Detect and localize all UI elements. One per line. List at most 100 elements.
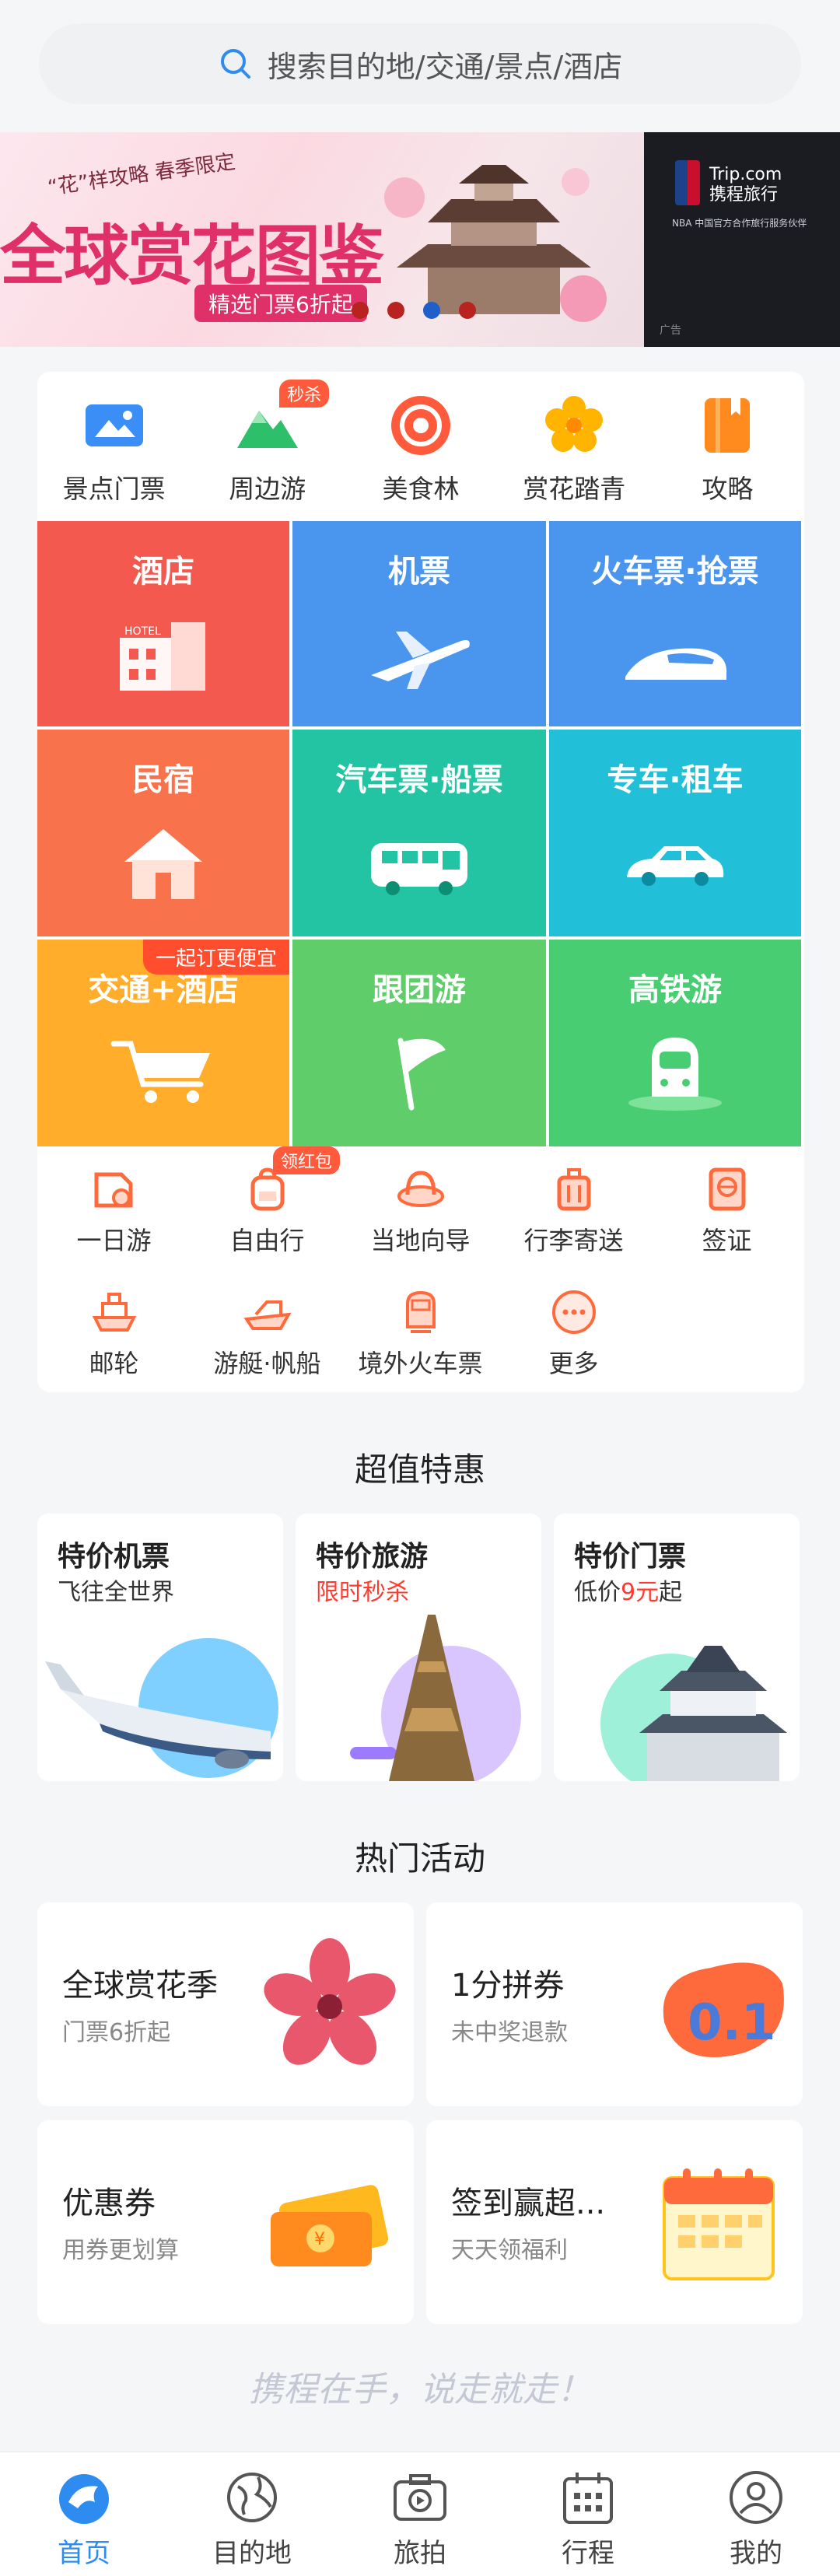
trip-brand: Trip.com 携程旅行 xyxy=(709,165,782,205)
car-icon xyxy=(627,846,724,886)
sakura-icon xyxy=(264,1938,396,2065)
service-cruise[interactable]: 邮轮 xyxy=(37,1268,191,1391)
service-label: 游艇·帆船 xyxy=(213,1349,321,1378)
flower-icon xyxy=(545,396,604,452)
passport-icon xyxy=(709,1167,745,1211)
banner-dot[interactable] xyxy=(352,302,369,319)
service-independent-travel[interactable]: 领红包 自由行 xyxy=(191,1145,344,1268)
tile-transport-hotel[interactable]: 一起订更便宜 交通+酒店 xyxy=(37,940,289,1146)
search-placeholder: 搜索目的地/交通/景点/酒店 xyxy=(267,49,623,84)
ad-label: 广告 xyxy=(660,324,681,337)
top-icon-row: 景点门票 秒杀 周边游 美食林 赏花踏青 攻略 xyxy=(37,372,804,521)
deal-tickets[interactable]: 特价门票 低价9元起 xyxy=(554,1514,800,1781)
nba-logo xyxy=(675,160,700,205)
service-yacht[interactable]: 游艇·帆船 xyxy=(191,1268,344,1391)
secondary-row-2: 邮轮 游艇·帆船 境外火车票 更多 xyxy=(37,1268,804,1391)
activity-subtitle: 未中奖退款 xyxy=(451,2019,568,2046)
slogan: 携程在手，说走就走！ xyxy=(249,2370,591,2410)
banner-dot-active[interactable] xyxy=(423,302,440,319)
deal-subtitle: 低价9元起 xyxy=(574,1579,683,1606)
top-item-label: 攻略 xyxy=(702,474,754,504)
activity-flower-season[interactable]: 全球赏花季 门票6折起 xyxy=(37,1902,414,2106)
service-visa[interactable]: 签证 xyxy=(650,1145,803,1268)
tile-hotel[interactable]: 酒店 HOTEL xyxy=(37,521,289,726)
services-card: 景点门票 秒杀 周边游 美食林 赏花踏青 攻略 酒店 HOTEL 机票 火车票·… xyxy=(37,372,804,1392)
search-icon xyxy=(220,49,250,79)
flash-sale-badge: 秒杀 xyxy=(279,380,330,408)
banner-main-slide[interactable]: “花”样攻略 春季限定 全球赏花图鉴 精选门票6折起 xyxy=(0,132,644,347)
yacht-icon xyxy=(243,1300,292,1330)
tile-label: 酒店 xyxy=(132,554,194,590)
food-icon xyxy=(391,396,450,455)
activity-check-in[interactable]: 签到赢超... 天天领福利 xyxy=(426,2120,803,2324)
service-more[interactable]: 更多 xyxy=(497,1268,650,1391)
globe-icon xyxy=(227,2473,277,2522)
tab-itinerary[interactable]: 行程 xyxy=(504,2452,672,2576)
house-icon xyxy=(124,829,202,899)
tab-profile[interactable]: 我的 xyxy=(672,2452,840,2576)
tile-car-rental[interactable]: 专车·租车 xyxy=(549,730,801,936)
tab-label: 首页 xyxy=(58,2538,110,2569)
tile-homestay[interactable]: 民宿 xyxy=(37,730,289,936)
banner-subtitle: 精选门票6折起 xyxy=(194,285,367,322)
tile-train-tickets[interactable]: 火车票·抢票 xyxy=(549,521,801,726)
flag-icon xyxy=(397,1038,446,1111)
activity-coupons[interactable]: 优惠券 用券更划算 ¥ xyxy=(37,2120,414,2324)
tab-home[interactable]: 首页 xyxy=(0,2452,168,2576)
top-item-label: 景点门票 xyxy=(62,474,166,504)
tile-label: 高铁游 xyxy=(628,972,722,1008)
coupon-blob-icon: 0.1 xyxy=(663,1962,784,2057)
dolphin-home-icon xyxy=(59,2474,109,2524)
deal-title: 特价门票 xyxy=(574,1541,687,1573)
top-item-label: 美食林 xyxy=(382,474,460,504)
service-local-guide[interactable]: 当地向导 xyxy=(344,1145,497,1268)
service-label: 当地向导 xyxy=(370,1226,471,1255)
deal-tours[interactable]: 特价旅游 限时秒杀 xyxy=(296,1514,541,1781)
tile-label: 火车票·抢票 xyxy=(591,554,759,590)
deal-title: 特价机票 xyxy=(58,1541,170,1573)
train-icon xyxy=(405,1290,436,1333)
deal-flights[interactable]: 特价机票 飞往全世界 xyxy=(37,1514,283,1781)
tile-label: 机票 xyxy=(388,554,450,590)
tile-group-tour[interactable]: 跟团游 xyxy=(292,940,546,1146)
service-overseas-train[interactable]: 境外火车票 xyxy=(344,1268,497,1391)
banner-dot[interactable] xyxy=(387,302,404,319)
top-item-flowers[interactable]: 赏花踏青 xyxy=(498,372,651,521)
service-luggage[interactable]: 行李寄送 xyxy=(497,1145,650,1268)
tab-label: 目的地 xyxy=(212,2538,292,2569)
airplane-icon xyxy=(371,632,470,689)
promo-banner[interactable]: “花”样攻略 春季限定 全球赏花图鉴 精选门票6折起 Trip.com 携程旅行… xyxy=(0,132,840,347)
guide-hat-icon xyxy=(397,1171,444,1207)
tab-label: 我的 xyxy=(730,2538,782,2569)
tile-rail-tour[interactable]: 高铁游 xyxy=(549,940,801,1146)
calendar-grid-icon xyxy=(563,2473,613,2524)
top-item-nearby[interactable]: 秒杀 周边游 xyxy=(191,372,344,521)
airplane-photo xyxy=(45,1638,278,1778)
service-one-day-tour[interactable]: 一日游 xyxy=(37,1145,191,1268)
camera-icon xyxy=(394,2474,446,2521)
tab-label: 旅拍 xyxy=(394,2538,446,2569)
secondary-services: 一日游 领红包 自由行 当地向导 行李寄送 签证 邮轮 游艇·帆船 境外火车票 … xyxy=(37,1145,804,1392)
luggage-icon xyxy=(557,1168,590,1211)
top-item-tickets[interactable]: 景点门票 xyxy=(37,372,191,521)
top-item-food[interactable]: 美食林 xyxy=(344,372,497,521)
secondary-row-1: 一日游 领红包 自由行 当地向导 行李寄送 签证 xyxy=(37,1145,804,1268)
top-item-guides[interactable]: 攻略 xyxy=(651,372,804,521)
tile-flights[interactable]: 机票 xyxy=(292,521,546,726)
activities-section-title: 热门活动 xyxy=(354,1839,485,1878)
tile-label: 跟团游 xyxy=(373,972,466,1008)
banner-dot[interactable] xyxy=(459,302,476,319)
castle-photo xyxy=(600,1646,787,1781)
deal-title: 特价旅游 xyxy=(316,1541,429,1573)
search-bar[interactable]: 搜索目的地/交通/景点/酒店 xyxy=(39,23,801,104)
activity-subtitle: 用券更划算 xyxy=(62,2237,179,2264)
red-packet-badge: 领红包 xyxy=(273,1146,341,1174)
activity-group-coupon[interactable]: 1分拼券 未中奖退款 0.1 xyxy=(426,1902,803,2106)
banner-side-slide[interactable]: Trip.com 携程旅行 NBA 中国官方合作旅行服务伙伴 广告 xyxy=(644,132,840,347)
tab-destinations[interactable]: 目的地 xyxy=(168,2452,336,2576)
tab-travel-photos[interactable]: 旅拍 xyxy=(336,2452,504,2576)
service-label: 行李寄送 xyxy=(523,1226,624,1255)
deal-subtitle: 飞往全世界 xyxy=(58,1579,174,1606)
user-icon xyxy=(730,2471,782,2524)
tile-bus-ferry[interactable]: 汽车票·船票 xyxy=(292,730,546,936)
